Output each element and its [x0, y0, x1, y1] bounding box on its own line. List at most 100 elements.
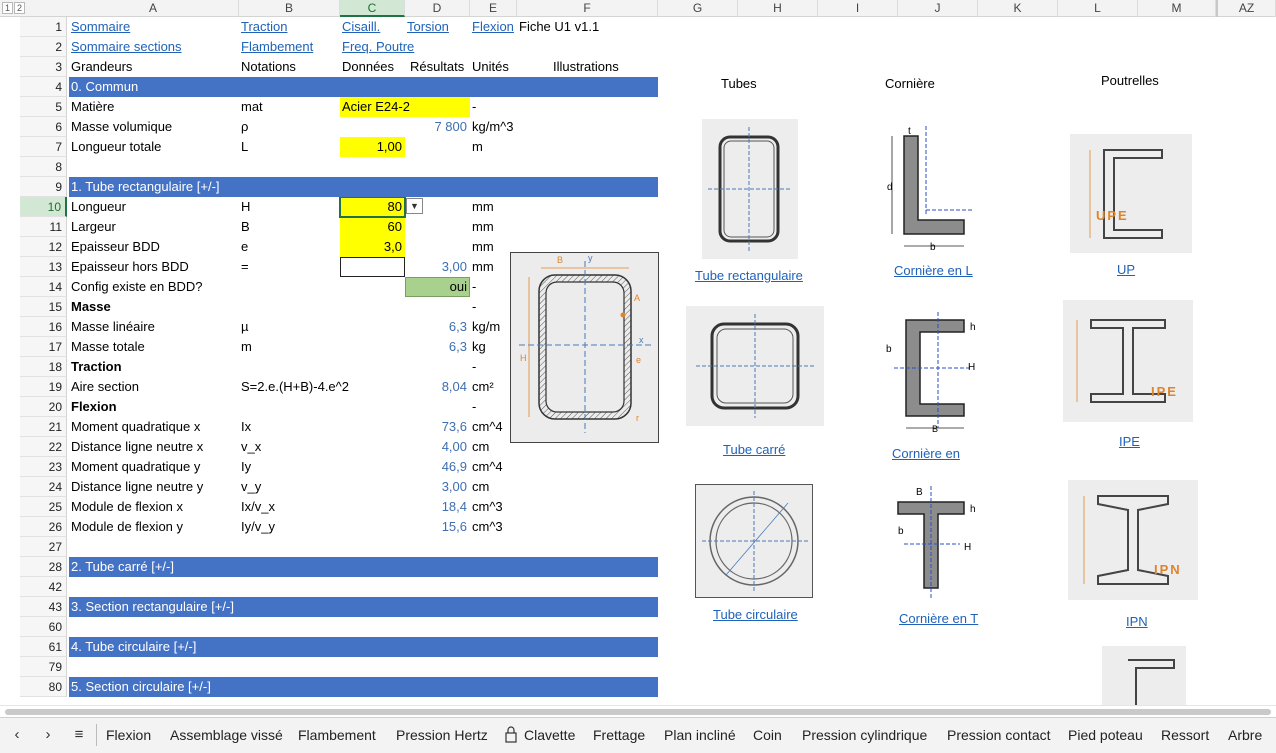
link-ipe[interactable]: IPE	[1119, 434, 1140, 449]
col-header-e[interactable]: E	[470, 0, 517, 17]
row-number[interactable]: 13	[20, 257, 67, 277]
thumb-tube-circ[interactable]	[695, 484, 813, 598]
tab-pression-cylindrique[interactable]: Pression cylindrique	[802, 718, 927, 752]
row-number[interactable]: 20	[20, 397, 67, 417]
link-tube-rectangulaire[interactable]: Tube rectangulaire	[695, 268, 803, 283]
link-corniere-en[interactable]: Cornière en	[892, 446, 960, 461]
section-band-tube-carre[interactable]: 2. Tube carré [+/-]	[69, 557, 658, 577]
row-number[interactable]: 15	[20, 297, 67, 317]
thumb-corniere-t[interactable]: B b h H	[880, 482, 980, 602]
horizontal-scrollbar[interactable]	[0, 705, 1276, 717]
link-freq-poutre[interactable]: Freq. Poutre	[342, 37, 414, 57]
link-torsion[interactable]: Torsion	[407, 17, 449, 37]
row-number[interactable]: 1	[20, 17, 67, 37]
link-tube-carre[interactable]: Tube carré	[723, 442, 785, 457]
tab-flexion[interactable]: Flexion	[106, 718, 151, 752]
thumb-partial[interactable]	[1102, 646, 1186, 706]
thumb-corniere-u[interactable]: b h H B	[880, 310, 980, 438]
tab-clavette[interactable]: Clavette	[524, 718, 575, 752]
link-sommaire[interactable]: Sommaire	[71, 17, 130, 37]
link-flambement[interactable]: Flambement	[241, 37, 313, 57]
section-band-commun[interactable]: 0. Commun	[69, 77, 658, 97]
col-header-m[interactable]: M	[1138, 0, 1216, 17]
row-number[interactable]: 27	[20, 537, 67, 557]
row-number[interactable]: 6	[20, 117, 67, 137]
row-number[interactable]: 18	[20, 357, 67, 377]
link-cisaill[interactable]: Cisaill.	[342, 17, 380, 37]
col-header-c[interactable]: C	[340, 0, 405, 17]
row-number[interactable]: 79	[20, 657, 67, 677]
tab-pression-hertz[interactable]: Pression Hertz	[396, 718, 488, 752]
row-number[interactable]: 22	[20, 437, 67, 457]
link-corniere-en-l[interactable]: Cornière en L	[894, 263, 973, 278]
thumb-corniere-l[interactable]: d b t	[880, 106, 980, 256]
col-header-f[interactable]: F	[517, 0, 658, 17]
row-number[interactable]: 60	[20, 617, 67, 637]
sheet-list-icon[interactable]: ≡	[64, 718, 94, 752]
scrollbar-thumb[interactable]	[5, 709, 1271, 715]
row-number[interactable]: 17	[20, 337, 67, 357]
section-band-tube-circ[interactable]: 4. Tube circulaire [+/-]	[69, 637, 658, 657]
longueur-totale-input[interactable]: 1,00	[340, 137, 405, 157]
tab-arbre[interactable]: Arbre	[1228, 718, 1262, 752]
tab-ressort[interactable]: Ressort	[1161, 718, 1209, 752]
col-header-i[interactable]: I	[818, 0, 898, 17]
col-header-l[interactable]: L	[1058, 0, 1138, 17]
outline-level-2-button[interactable]: 2	[14, 2, 25, 14]
row-number[interactable]: 19	[20, 377, 67, 397]
col-header-j[interactable]: J	[898, 0, 978, 17]
row-number-selected[interactable]: 10	[20, 197, 67, 217]
tab-pression-contact[interactable]: Pression contact	[947, 718, 1051, 752]
link-tube-circulaire[interactable]: Tube circulaire	[713, 607, 798, 622]
section-band-section-rect[interactable]: 3. Section rectangulaire [+/-]	[69, 597, 658, 617]
link-flexion[interactable]: Flexion	[472, 17, 514, 37]
row-number[interactable]: 11	[20, 217, 67, 237]
row-number[interactable]: 23	[20, 457, 67, 477]
outline-level-1-button[interactable]: 1	[2, 2, 13, 14]
next-sheet-icon[interactable]: ›	[33, 718, 63, 752]
col-header-g[interactable]: G	[658, 0, 738, 17]
thumb-tube-rect[interactable]	[702, 119, 798, 259]
row-number[interactable]: 43	[20, 597, 67, 617]
tab-flambement[interactable]: Flambement	[298, 718, 376, 752]
row-number[interactable]: 8	[20, 157, 67, 177]
dropdown-arrow-icon[interactable]: ▼	[406, 198, 423, 214]
row-number[interactable]: 12	[20, 237, 67, 257]
row-number[interactable]: 21	[20, 417, 67, 437]
link-sommaire-sections[interactable]: Sommaire sections	[71, 37, 182, 57]
prev-sheet-icon[interactable]: ‹	[2, 718, 32, 752]
thumb-ipn[interactable]: IPN	[1068, 480, 1198, 600]
row-number[interactable]: 5	[20, 97, 67, 117]
row-number[interactable]: 28	[20, 557, 67, 577]
col-header-az[interactable]: AZ	[1216, 0, 1276, 17]
row-number[interactable]: 14	[20, 277, 67, 297]
longueur-input[interactable]: 80	[340, 197, 405, 217]
col-header-h[interactable]: H	[738, 0, 818, 17]
row-number[interactable]: 26	[20, 517, 67, 537]
thumb-ipe[interactable]: IPE	[1063, 300, 1193, 422]
thumb-tube-carre[interactable]	[686, 306, 824, 426]
link-up[interactable]: UP	[1117, 262, 1135, 277]
row-number[interactable]: 9	[20, 177, 67, 197]
tab-frettage[interactable]: Frettage	[593, 718, 645, 752]
tab-plan-incline[interactable]: Plan incliné	[664, 718, 736, 752]
epaisseur-bdd-input[interactable]: 3,0	[340, 237, 405, 257]
row-number[interactable]: 7	[20, 137, 67, 157]
row-number[interactable]: 3	[20, 57, 67, 77]
section-band-tube-rect[interactable]: 1. Tube rectangulaire [+/-]	[69, 177, 658, 197]
link-ipn[interactable]: IPN	[1126, 614, 1148, 629]
row-number[interactable]: 24	[20, 477, 67, 497]
section-band-section-circ[interactable]: 5. Section circulaire [+/-]	[69, 677, 658, 697]
col-header-d[interactable]: D	[405, 0, 470, 17]
row-number[interactable]: 4	[20, 77, 67, 97]
row-number[interactable]: 2	[20, 37, 67, 57]
row-number[interactable]: 25	[20, 497, 67, 517]
thumb-up[interactable]: UPE	[1070, 134, 1192, 253]
largeur-input[interactable]: 60	[340, 217, 405, 237]
matiere-input[interactable]: Acier E24-2	[342, 97, 410, 117]
tab-pied-poteau[interactable]: Pied poteau	[1068, 718, 1143, 752]
row-number[interactable]: 80	[20, 677, 67, 697]
row-number[interactable]: 42	[20, 577, 67, 597]
col-header-b[interactable]: B	[239, 0, 340, 17]
link-corniere-en-t[interactable]: Cornière en T	[899, 611, 978, 626]
